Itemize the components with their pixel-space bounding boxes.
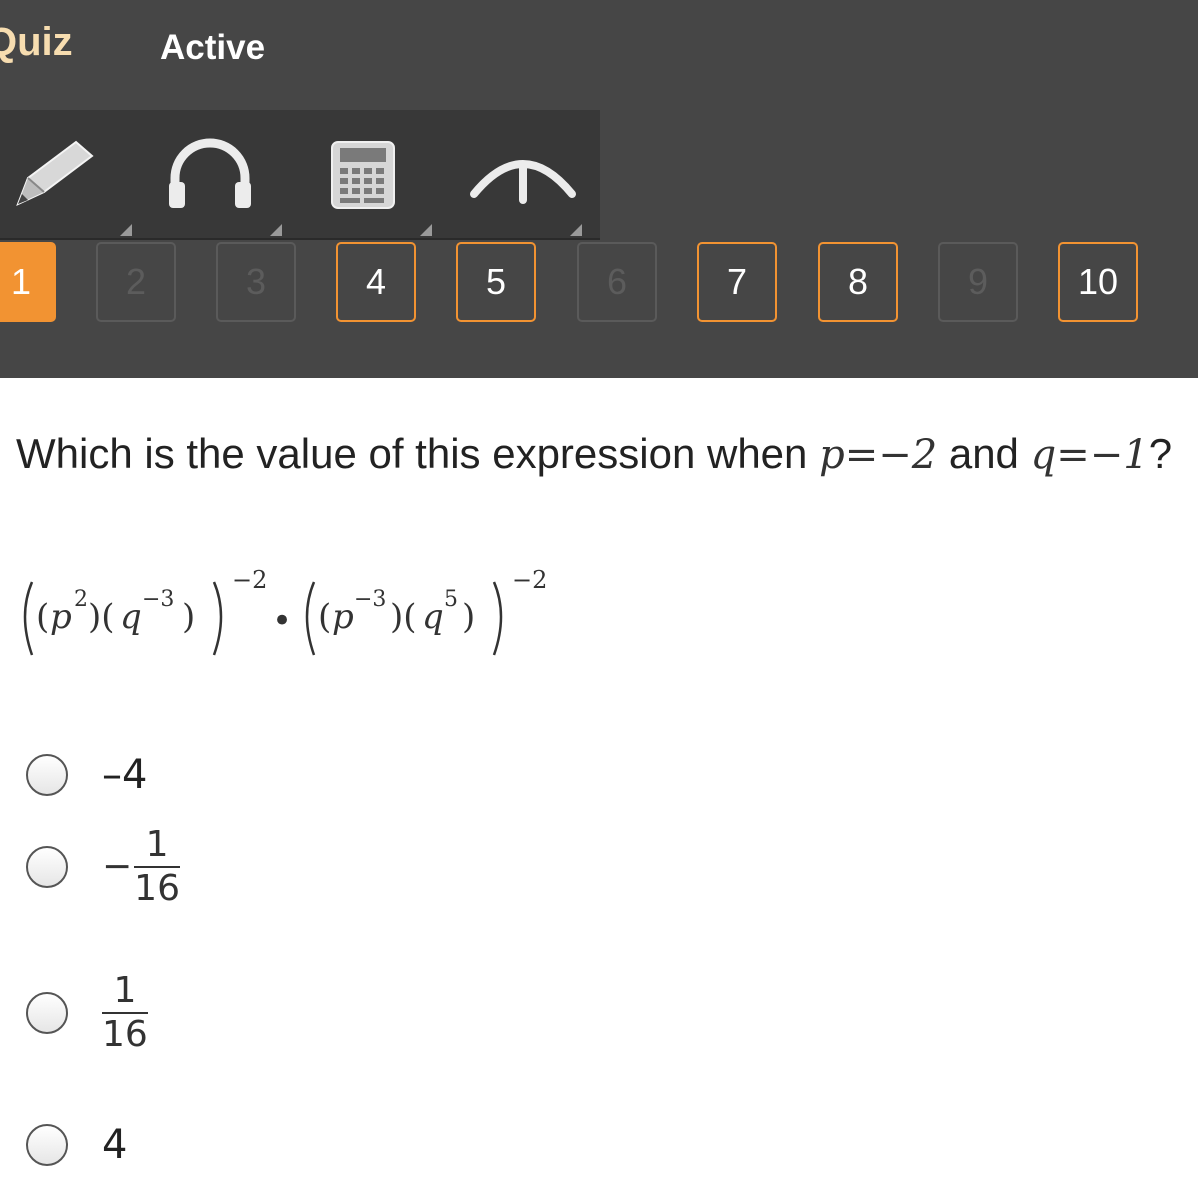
p-variable: p: [819, 432, 845, 478]
q-variable: q: [1030, 432, 1057, 478]
expr-first-q: q: [120, 597, 142, 637]
headphones-tool-button[interactable]: [150, 110, 300, 238]
answer-option-1[interactable]: –4: [26, 752, 147, 798]
expr-outer-exponent-1: −2: [232, 566, 267, 594]
question-nav-9[interactable]: 9: [938, 242, 1018, 322]
pencil-menu-indicator: [120, 224, 132, 236]
math-expression: ( p 2 )( q −3 ) −2 • ( p −3 )( q 5 ) −2: [14, 560, 614, 670]
question-nav-1[interactable]: 1: [0, 242, 56, 322]
expr-first-p: p: [50, 597, 72, 637]
q-value: =−1: [1056, 432, 1149, 478]
question-nav-10[interactable]: 10: [1058, 242, 1138, 322]
collapse-menu-indicator: [570, 224, 582, 236]
fraction-denominator: 16: [102, 1013, 148, 1055]
quiz-header: Quiz Active 1 2 3 4 5 6 7 8 9 10: [0, 0, 1198, 378]
svg-text:)(: )(: [88, 597, 115, 637]
svg-text:)(: )(: [390, 597, 417, 637]
radio-button[interactable]: [26, 845, 68, 888]
expr-first-q-exponent: −3: [142, 587, 174, 612]
svg-text:(: (: [318, 597, 331, 637]
answer-text: 4: [102, 1122, 128, 1168]
quiz-title: Quiz: [0, 20, 73, 64]
radio-button[interactable]: [26, 754, 68, 796]
svg-text:): ): [182, 597, 195, 637]
pencil-icon: [16, 140, 94, 206]
fraction-denominator: 16: [134, 867, 180, 909]
answer-option-3[interactable]: 1 16: [26, 972, 148, 1054]
calculator-menu-indicator: [420, 224, 432, 236]
calculator-tool-button[interactable]: [300, 110, 450, 238]
radio-button[interactable]: [26, 991, 68, 1034]
question-nav-4[interactable]: 4: [336, 242, 416, 322]
quiz-status: Active: [160, 28, 266, 67]
radio-button[interactable]: [26, 1124, 68, 1166]
question-nav-6[interactable]: 6: [577, 242, 657, 322]
expr-second-p: p: [332, 597, 354, 637]
collapse-tool-button[interactable]: [450, 110, 600, 238]
expr-second-q: q: [422, 597, 444, 637]
answer-option-2[interactable]: − 1 16: [26, 826, 180, 908]
question-nav-3[interactable]: 3: [216, 242, 296, 322]
expr-first-p-exponent: 2: [74, 587, 88, 612]
toolbar: [0, 110, 600, 240]
question-nav-5[interactable]: 5: [456, 242, 536, 322]
answer-option-4[interactable]: 4: [26, 1122, 127, 1168]
question-nav-7[interactable]: 7: [697, 242, 777, 322]
expr-second-q-exponent: 5: [444, 587, 458, 612]
pencil-tool-button[interactable]: [0, 110, 150, 238]
answer-fraction: 1 16: [134, 826, 180, 908]
fraction-numerator: 1: [145, 824, 169, 865]
question-nav-8[interactable]: 8: [818, 242, 898, 322]
expr-second-p-exponent: −3: [354, 587, 386, 612]
collapse-arrow-icon: [470, 160, 576, 204]
answer-fraction: 1 16: [102, 972, 148, 1054]
answer-text: –4: [102, 752, 148, 798]
svg-text:(: (: [36, 597, 49, 637]
expr-outer-exponent-2: −2: [512, 566, 547, 594]
headphones-menu-indicator: [270, 224, 282, 236]
headphones-icon: [169, 138, 251, 208]
expr-operator: •: [272, 601, 292, 641]
svg-text:): ): [462, 597, 475, 637]
p-value: =−2: [844, 432, 938, 478]
question-nav-2[interactable]: 2: [96, 242, 176, 322]
calculator-icon: [331, 141, 395, 209]
question-prefix: Which is the value of this expression wh…: [16, 430, 820, 477]
question-suffix: ?: [1148, 430, 1173, 477]
answer-sign: −: [102, 846, 133, 888]
question-prompt: Which is the value of this expression wh…: [16, 430, 1172, 478]
question-conjunction: and: [937, 430, 1031, 477]
fraction-numerator: 1: [113, 970, 137, 1011]
